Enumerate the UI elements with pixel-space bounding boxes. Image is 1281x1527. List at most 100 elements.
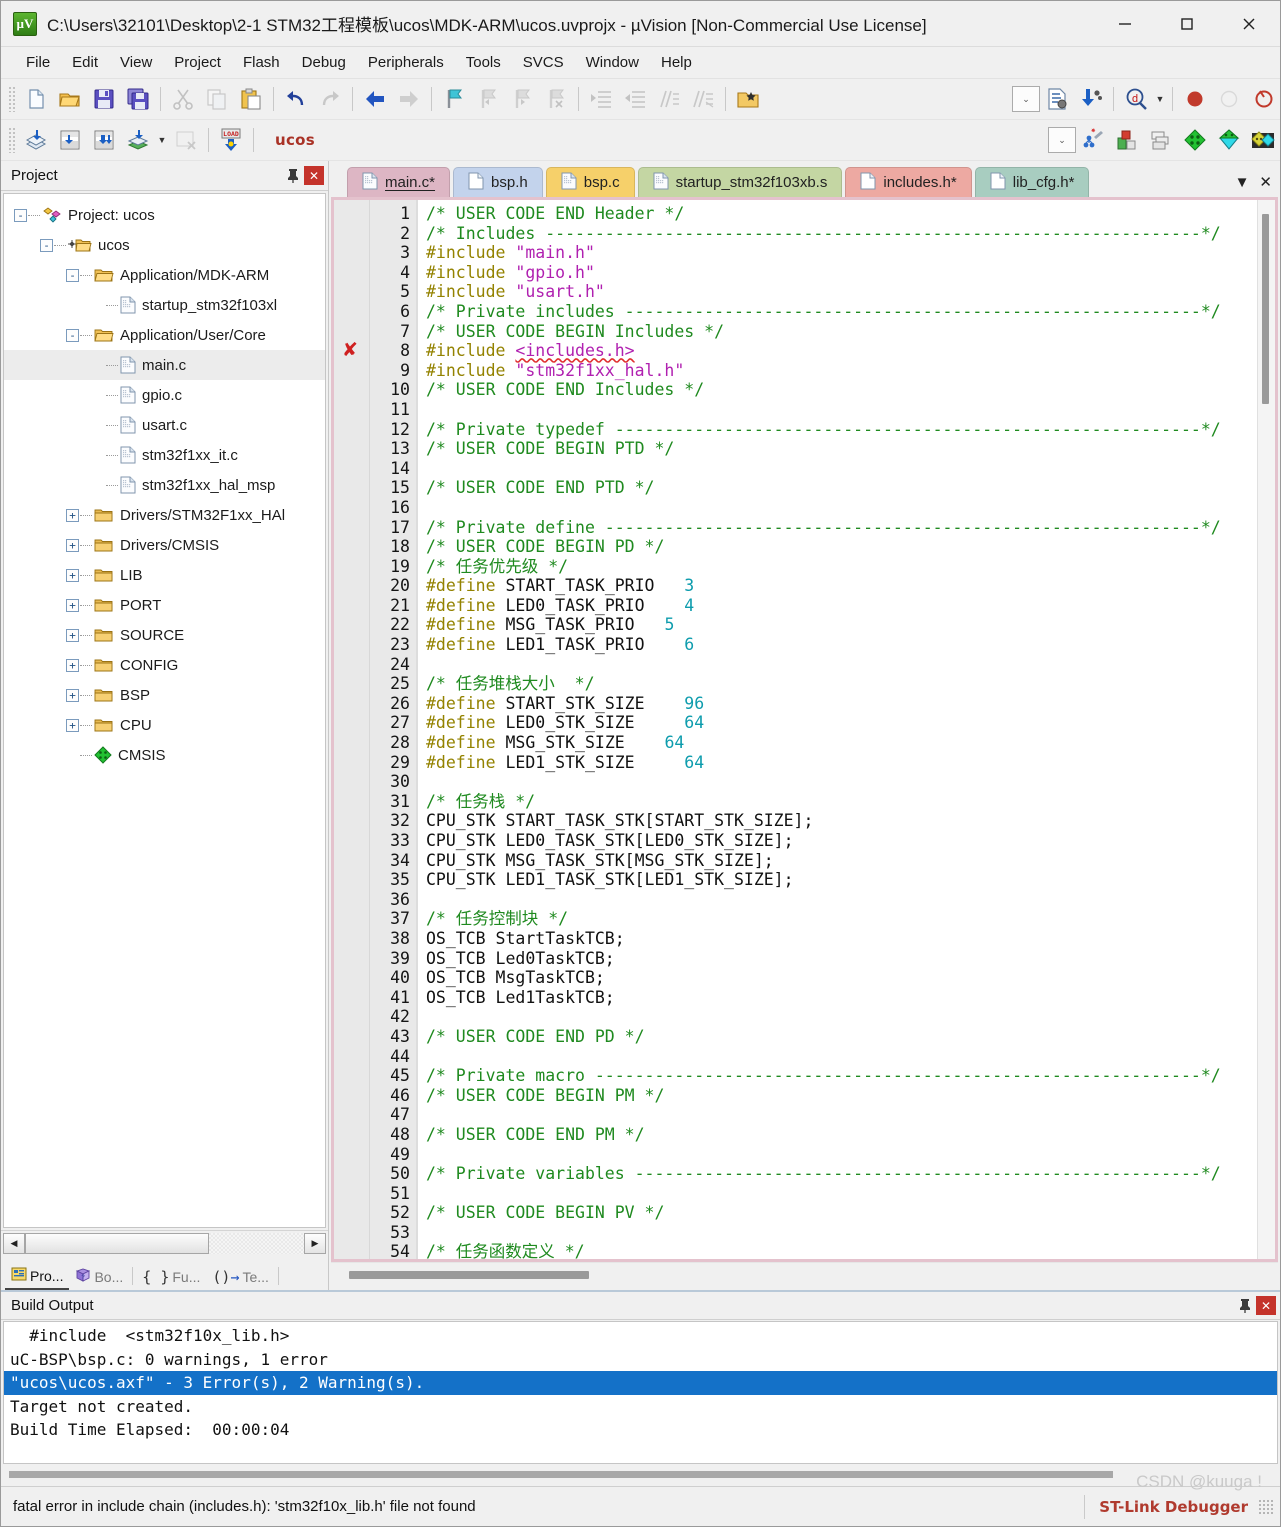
code-line[interactable]: /* Private macro -----------------------… — [426, 1066, 1257, 1086]
bookmark-toggle-icon[interactable] — [437, 83, 471, 115]
menu-debug[interactable]: Debug — [291, 51, 357, 74]
menu-file[interactable]: File — [15, 51, 61, 74]
editor-tab-startup-stm32f103xb-s[interactable]: startup_stm32f103xb.s — [637, 167, 843, 197]
editor-gutter[interactable]: ✘ — [334, 200, 370, 1259]
toolbar-grip[interactable] — [8, 127, 16, 153]
tree-item-gpio-c[interactable]: gpio.c — [4, 380, 325, 410]
menu-edit[interactable]: Edit — [61, 51, 109, 74]
tree-item-cpu[interactable]: + CPU — [4, 710, 325, 740]
code-line[interactable]: #define START_STK_SIZE 96 — [426, 694, 1257, 714]
code-line[interactable]: #include <includes.h> — [426, 341, 1257, 361]
code-line[interactable]: /* 任务优先级 */ — [426, 557, 1257, 577]
download-icon[interactable] — [1074, 83, 1108, 115]
manage-project-items-icon[interactable] — [1110, 124, 1144, 156]
new-file-icon[interactable] — [19, 83, 53, 115]
copy-icon[interactable] — [200, 83, 234, 115]
tree-item-stm32f1xx-hal-msp[interactable]: stm32f1xx_hal_msp — [4, 470, 325, 500]
tree-item-bsp[interactable]: + BSP — [4, 680, 325, 710]
code-line[interactable] — [426, 1145, 1257, 1165]
tree-expander-icon[interactable]: + — [66, 538, 79, 552]
tab-templates[interactable]: ()→ Te... — [206, 1263, 275, 1290]
code-line[interactable]: /* USER CODE END PTD */ — [426, 478, 1257, 498]
tree-item-application-mdk-arm[interactable]: - Application/MDK-ARM — [4, 260, 325, 290]
code-line[interactable]: #define MSG_TASK_PRIO 5 — [426, 615, 1257, 635]
indent-icon[interactable] — [584, 83, 618, 115]
pack-installer-icon[interactable] — [1178, 124, 1212, 156]
save-all-icon[interactable] — [121, 83, 155, 115]
load-icon[interactable]: LOAD — [214, 124, 248, 156]
code-line[interactable]: #define LED1_TASK_PRIO 6 — [426, 635, 1257, 655]
code-line[interactable]: CPU_STK MSG_TASK_STK[MSG_STK_SIZE]; — [426, 851, 1257, 871]
code-line[interactable]: #define LED0_STK_SIZE 64 — [426, 713, 1257, 733]
tree-item-source[interactable]: + SOURCE — [4, 620, 325, 650]
code-line[interactable]: /* Includes ----------------------------… — [426, 224, 1257, 244]
code-line[interactable] — [426, 1105, 1257, 1125]
outdent-icon[interactable] — [618, 83, 652, 115]
cut-icon[interactable] — [166, 83, 200, 115]
editor-vscrollbar[interactable] — [1257, 200, 1275, 1259]
code-line[interactable]: /* USER CODE BEGIN PD */ — [426, 537, 1257, 557]
close-icon[interactable] — [1218, 1, 1280, 47]
find-icon[interactable]: d — [1119, 83, 1153, 115]
insert-breakpoint-icon[interactable] — [1246, 83, 1280, 115]
menu-tools[interactable]: Tools — [455, 51, 512, 74]
comment-icon[interactable] — [652, 83, 686, 115]
toolbar-grip[interactable] — [8, 86, 16, 112]
code-line[interactable] — [426, 459, 1257, 479]
code-line[interactable] — [426, 1223, 1257, 1243]
code-line[interactable]: CPU_STK START_TASK_STK[START_STK_SIZE]; — [426, 811, 1257, 831]
build-output-line[interactable]: Build Time Elapsed: 00:00:04 — [4, 1418, 1277, 1442]
vscroll-thumb[interactable] — [1262, 214, 1269, 404]
code-line[interactable]: #define MSG_STK_SIZE 64 — [426, 733, 1257, 753]
open-folder-icon[interactable] — [53, 83, 87, 115]
target-options-icon[interactable] — [1076, 124, 1110, 156]
batch-build-dropdown-icon[interactable]: ▼ — [155, 124, 169, 156]
toolbar-overflow-dropdown[interactable]: ⌄ — [1012, 86, 1040, 112]
code-editor[interactable]: ✘ 1 2 3 4 5 6 7 8 9 10 11 12 13 14 15 16 17 18 19 20 21 22 23 2… — [331, 197, 1278, 1262]
tree-item-usart-c[interactable]: usart.c — [4, 410, 325, 440]
tree-expander-icon[interactable]: + — [66, 658, 79, 672]
tab-list-icon[interactable]: ▼ — [1235, 174, 1250, 191]
bookmark-prev-icon[interactable] — [471, 83, 505, 115]
tree-expander-icon[interactable]: + — [66, 688, 79, 702]
tree-item-config[interactable]: + CONFIG — [4, 650, 325, 680]
tree-expander-icon[interactable]: + — [66, 718, 79, 732]
code-line[interactable] — [426, 1184, 1257, 1204]
code-line[interactable]: CPU_STK LED0_TASK_STK[LED0_STK_SIZE]; — [426, 831, 1257, 851]
hscroll-track[interactable] — [25, 1233, 304, 1254]
paste-icon[interactable] — [234, 83, 268, 115]
maximize-icon[interactable] — [1156, 1, 1218, 47]
tree-item-lib[interactable]: + LIB — [4, 560, 325, 590]
editor-tab-main-c[interactable]: main.c* — [347, 167, 451, 197]
manage-multi-project-icon[interactable] — [1144, 124, 1178, 156]
tree-item-port[interactable]: + PORT — [4, 590, 325, 620]
navigate-back-icon[interactable] — [358, 83, 392, 115]
minimize-icon[interactable] — [1094, 1, 1156, 47]
save-icon[interactable] — [87, 83, 121, 115]
tree-expander-icon[interactable]: + — [66, 628, 79, 642]
editor-tab-lib-cfg-h[interactable]: lib_cfg.h* — [974, 167, 1090, 197]
tree-item-drivers-cmsis[interactable]: + Drivers/CMSIS — [4, 530, 325, 560]
tab-close-icon[interactable]: ✕ — [1259, 173, 1272, 191]
pack-manage-icon[interactable] — [1246, 124, 1280, 156]
bookmark-clear-icon[interactable] — [539, 83, 573, 115]
code-line[interactable]: OS_TCB MsgTaskTCB; — [426, 968, 1257, 988]
code-line[interactable]: /* Private define ----------------------… — [426, 518, 1257, 538]
code-line[interactable]: #include "gpio.h" — [426, 263, 1257, 283]
menu-view[interactable]: View — [109, 51, 163, 74]
uncomment-icon[interactable] — [686, 83, 720, 115]
start-debug-icon[interactable] — [1178, 83, 1212, 115]
tab-functions[interactable]: { } Fu... — [136, 1263, 206, 1290]
code-line[interactable] — [426, 1047, 1257, 1067]
build-output-text[interactable]: #include <stm32f10x_lib.h> uC-BSP\bsp.c: … — [3, 1321, 1278, 1464]
scroll-left-icon[interactable]: ◀ — [3, 1233, 25, 1254]
code-line[interactable]: #include "stm32f1xx_hal.h" — [426, 361, 1257, 381]
editor-tab-bsp-c[interactable]: bsp.c — [545, 167, 635, 197]
tree-expander-icon[interactable]: + — [66, 568, 79, 582]
hscroll-thumb[interactable] — [25, 1233, 210, 1254]
tree-expander-icon[interactable]: + — [66, 508, 79, 522]
tree-item-cmsis[interactable]: CMSIS — [4, 740, 325, 770]
redo-icon[interactable] — [313, 83, 347, 115]
code-line[interactable]: /* Private typedef ---------------------… — [426, 420, 1257, 440]
tree-expander-icon[interactable]: - — [40, 238, 53, 252]
